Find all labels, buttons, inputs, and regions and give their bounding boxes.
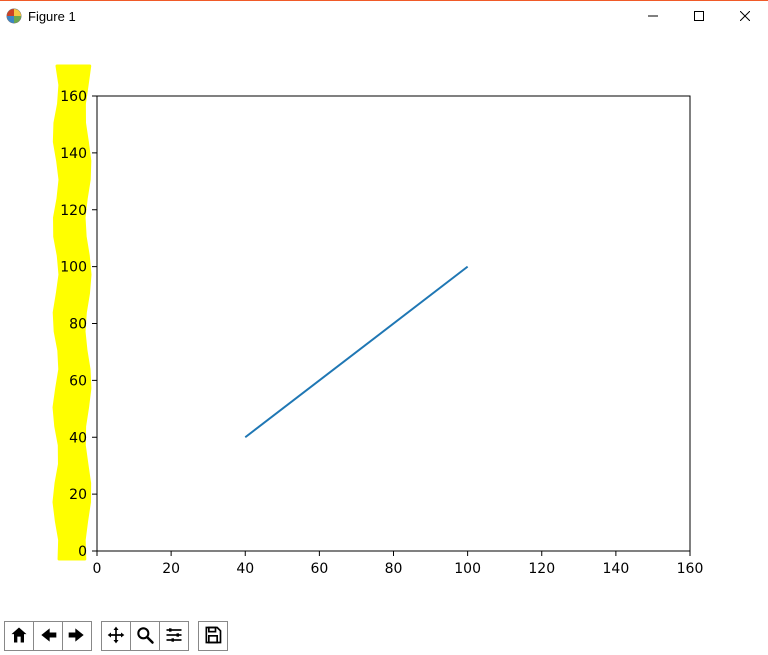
configure-subplots-button[interactable] (159, 621, 189, 651)
matplotlib-toolbar (0, 619, 768, 655)
titlebar: Figure 1 (0, 1, 768, 31)
back-button[interactable] (33, 621, 63, 651)
forward-button[interactable] (62, 621, 92, 651)
data-series-line (245, 267, 467, 438)
zoom-button[interactable] (130, 621, 160, 651)
x-tick-label: 40 (236, 561, 254, 577)
y-tick-label: 60 (69, 373, 87, 389)
save-icon (203, 625, 223, 648)
x-tick-label: 0 (93, 561, 102, 577)
y-tick-label: 120 (60, 203, 87, 219)
x-tick-label: 60 (310, 561, 328, 577)
sliders-icon (164, 625, 184, 648)
close-button[interactable] (722, 1, 768, 31)
y-tick-label: 20 (69, 487, 87, 503)
y-tick-label: 40 (69, 430, 87, 446)
x-tick-label: 20 (162, 561, 180, 577)
pan-button[interactable] (101, 621, 131, 651)
maximize-button[interactable] (676, 1, 722, 31)
x-tick-label: 160 (677, 561, 704, 577)
app-icon (6, 8, 22, 24)
y-tick-label: 100 (60, 260, 87, 276)
yaxis-highlight-annotation (54, 66, 90, 559)
plot-svg: 0 20 40 60 80 100 120 140 160 0 20 40 60 80 100 120 140 1… (0, 31, 768, 621)
x-tick-label: 140 (603, 561, 630, 577)
x-tick-label: 100 (454, 561, 481, 577)
y-tick-label: 80 (69, 317, 87, 333)
arrow-left-icon (38, 625, 58, 648)
move-icon (106, 625, 126, 648)
y-tick-label: 160 (60, 89, 87, 105)
x-tick-label: 80 (385, 561, 403, 577)
figure-canvas[interactable]: 0 20 40 60 80 100 120 140 160 0 20 40 60 80 100 120 140 1… (0, 31, 768, 619)
y-tick-label: 140 (60, 146, 87, 162)
home-icon (9, 625, 29, 648)
y-tick-label: 0 (78, 544, 87, 560)
window-title: Figure 1 (28, 9, 76, 24)
save-button[interactable] (198, 621, 228, 651)
magnifier-icon (135, 625, 155, 648)
app-window: Figure 1 0 20 40 60 80 100 120 140 160 0 20 40 60 80 1… (0, 0, 768, 655)
home-button[interactable] (4, 621, 34, 651)
arrow-right-icon (67, 625, 87, 648)
x-tick-label: 120 (528, 561, 555, 577)
minimize-button[interactable] (630, 1, 676, 31)
